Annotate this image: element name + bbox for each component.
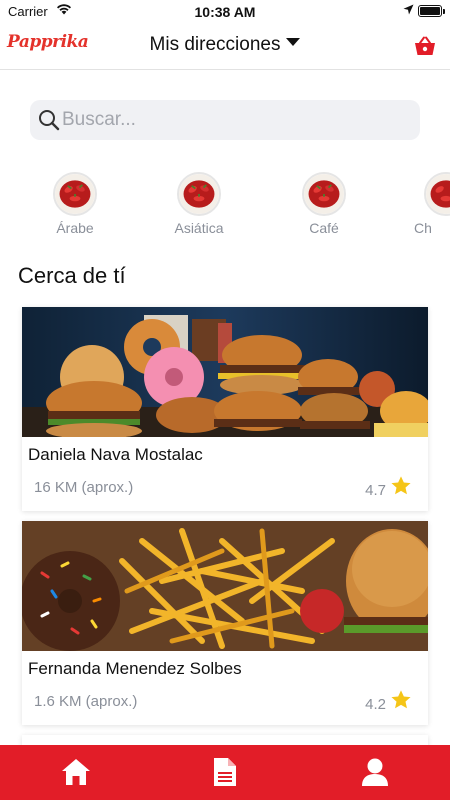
search-icon [39,110,60,131]
nav-bar: Papprika Mis direcciones [0,24,450,70]
tab-profile[interactable] [300,745,450,800]
category-item[interactable]: Asiática [154,172,244,236]
restaurant-rating: 4.2 [365,696,386,713]
category-image [53,172,97,216]
restaurant-rating: 4.7 [365,482,386,499]
tab-home[interactable] [0,745,150,800]
orders-icon [214,758,236,786]
star-icon [391,476,411,495]
home-icon [62,759,90,785]
profile-icon [362,758,388,786]
address-selector[interactable]: Mis direcciones [0,34,450,56]
location-arrow-icon [403,4,414,15]
address-selector-label: Mis direcciones [149,34,281,55]
category-label: Árabe [56,220,94,236]
tab-orders[interactable] [150,745,300,800]
category-item[interactable]: Ch [403,172,450,236]
restaurant-image [22,521,428,651]
restaurant-distance: 16 KM (aprox.) [34,479,134,496]
basket-icon[interactable] [414,36,436,56]
category-image [302,172,346,216]
category-item[interactable]: Árabe [30,172,120,236]
category-label: Asiática [174,220,224,236]
tab-bar [0,745,450,800]
caret-down-icon [286,38,301,46]
restaurant-name: Daniela Nava Mostalac [28,445,203,464]
battery-icon [418,5,445,17]
category-list: Árabe Asiática Café Ch [0,172,450,238]
restaurant-distance: 1.6 KM (aprox.) [34,693,138,710]
star-icon [391,690,411,709]
restaurant-image [22,307,428,437]
restaurant-card[interactable]: Daniela Nava Mostalac 16 KM (aprox.) 4.7 [22,307,428,511]
section-title: Cerca de tí [18,263,126,288]
status-bar: Carrier 10:38 AM [0,0,450,24]
status-time: 10:38 AM [194,4,256,20]
category-label: Ch [414,220,432,236]
category-image [177,172,221,216]
category-label: Café [309,220,339,236]
search-bar[interactable] [30,100,420,140]
search-input[interactable] [62,106,402,134]
restaurant-card[interactable]: Fernanda Menendez Solbes 1.6 KM (aprox.)… [22,521,428,725]
category-item[interactable]: Café [279,172,369,236]
category-image [424,172,450,216]
restaurant-name: Fernanda Menendez Solbes [28,659,242,678]
